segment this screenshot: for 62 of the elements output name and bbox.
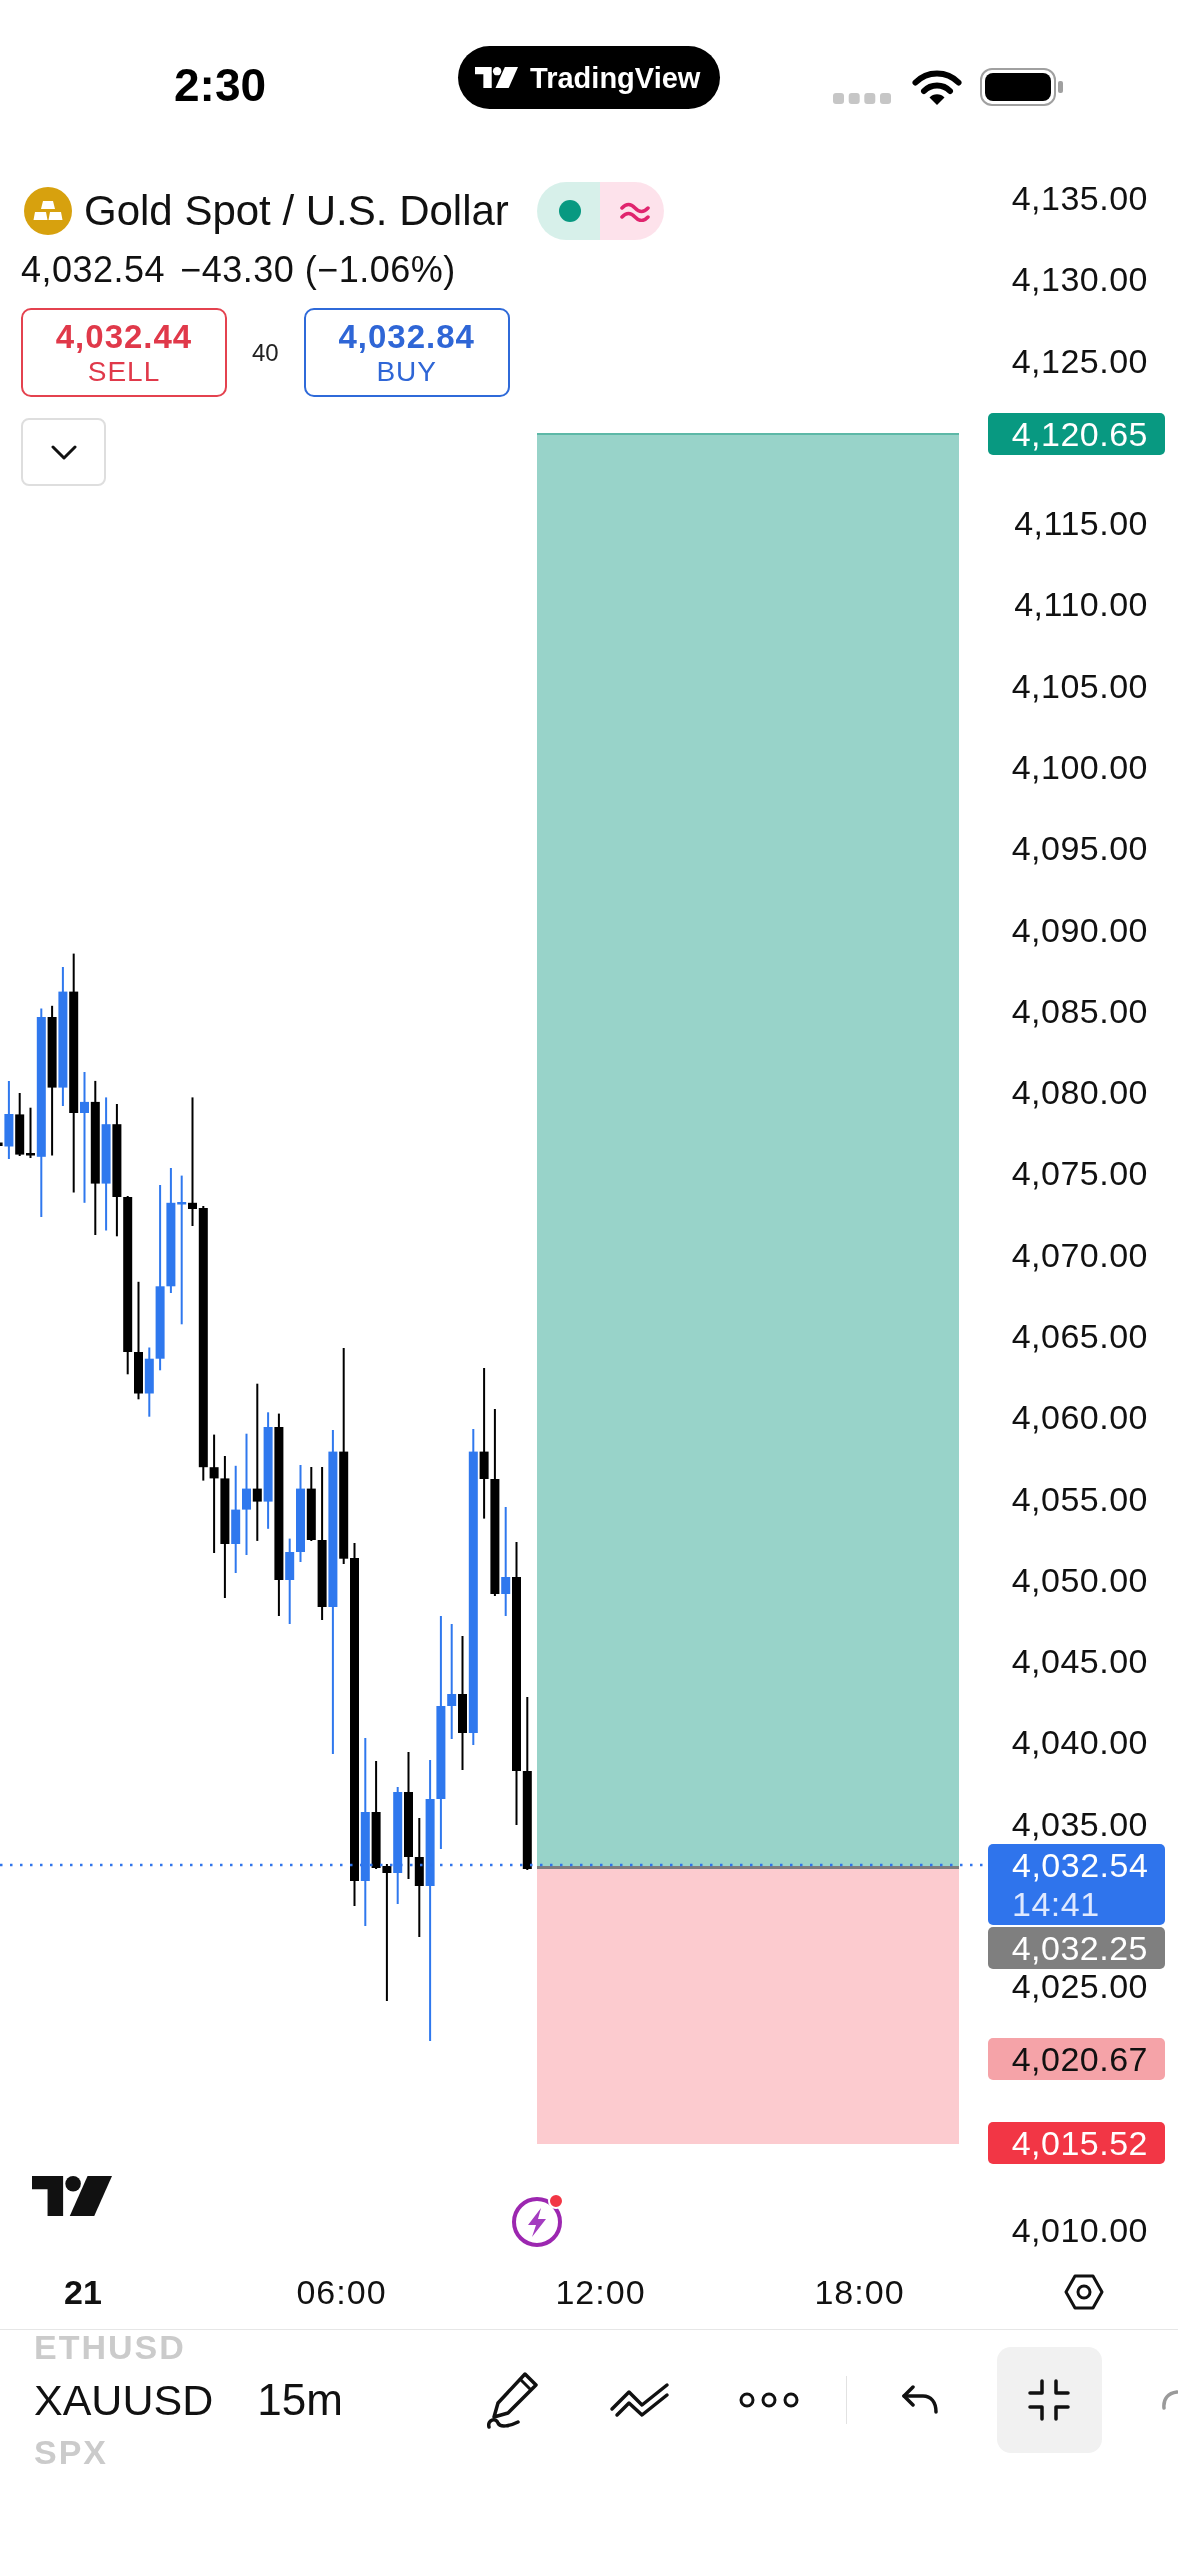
price-label: 4,040.00: [1011, 1722, 1148, 1763]
price-label: 4,045.00: [1011, 1641, 1148, 1682]
settings-icon[interactable]: [1063, 2274, 1104, 2310]
ingot-icon: [24, 187, 72, 235]
cellular-signal-icon: [833, 93, 892, 104]
price-change: −43.30 (−1.06%): [180, 250, 456, 290]
wave-icon: [619, 200, 650, 222]
price-label: 4,055.00: [1011, 1478, 1148, 1519]
live-activity-pill[interactable]: TradingView: [458, 46, 721, 109]
notification-dot-icon: [548, 2193, 564, 2209]
undo-icon[interactable]: [900, 2385, 939, 2415]
wifi-icon: [911, 68, 964, 106]
price-label: 4,032.54: [1012, 1844, 1149, 1886]
price-label: 4,025.00: [1011, 1966, 1148, 2007]
price-label: 4,130.00: [1011, 259, 1148, 300]
price-label: 4,060.00: [1011, 1397, 1148, 1438]
app-name: TradingView: [530, 60, 701, 95]
expand-button[interactable]: [21, 418, 106, 486]
collapse-icon: [1028, 2379, 1071, 2421]
price-tag: 4,020.67: [988, 2037, 1165, 2080]
date-label: 21: [64, 2272, 102, 2312]
price-label: 4,115.00: [1014, 503, 1148, 544]
trend-lines-icon[interactable]: [608, 2382, 671, 2418]
time-label: 12:00: [555, 2272, 646, 2312]
spread-value: 40: [252, 337, 279, 368]
price-label: 4,100.00: [1011, 746, 1148, 787]
status-time: 2:30: [174, 58, 267, 113]
price-label: 4,095.00: [1011, 828, 1148, 869]
lightning-icon[interactable]: [511, 2196, 563, 2248]
logo-icon: [475, 66, 519, 89]
target-price-tag: 4,120.65: [988, 413, 1165, 456]
price-label: 4,010.00: [1011, 2209, 1148, 2250]
stop-price-tag: 4,015.52: [988, 2122, 1165, 2165]
last-price: 4,032.54: [21, 250, 166, 290]
price-label: 4,050.00: [1011, 1559, 1148, 1600]
more-icon[interactable]: [738, 2392, 799, 2408]
logo-icon: [32, 2176, 112, 2216]
price-label: 4,110.00: [1014, 584, 1148, 625]
price-label: 4,135.00: [1011, 178, 1148, 218]
price-label: 4,125.00: [1011, 340, 1148, 381]
price-label: 4,080.00: [1011, 1072, 1148, 1113]
symbol-title: Gold Spot / U.S. Dollar: [84, 186, 509, 236]
price-label: 4,085.00: [1011, 990, 1148, 1031]
time-label: 18:00: [814, 2272, 905, 2312]
countdown-label: 14:41: [1012, 1885, 1100, 1922]
collapse-button[interactable]: [996, 2347, 1102, 2453]
buy-button[interactable]: 4,032.84 BUY: [303, 308, 510, 397]
candlestick: [15, 1093, 25, 1156]
battery-icon: [980, 68, 1065, 106]
price-label: 4,065.00: [1011, 1315, 1148, 1356]
time-label: 06:00: [296, 2272, 387, 2312]
chevron-down-icon: [50, 444, 77, 460]
price-label: 4,090.00: [1011, 909, 1148, 950]
price-label: 4,035.00: [1011, 1803, 1148, 1844]
interval-button[interactable]: 15m: [257, 2375, 343, 2425]
sell-button[interactable]: 4,032.44 SELL: [21, 308, 227, 397]
price-label: 4,075.00: [1011, 1153, 1148, 1194]
price-label: 4,070.00: [1011, 1234, 1148, 1275]
price-label: 4,105.00: [1011, 665, 1148, 706]
symbol-option[interactable]: XAUUSD: [34, 2365, 214, 2435]
entry-price-tag: 4,032.25: [988, 1926, 1165, 1969]
arc-icon[interactable]: [1160, 2390, 1178, 2410]
